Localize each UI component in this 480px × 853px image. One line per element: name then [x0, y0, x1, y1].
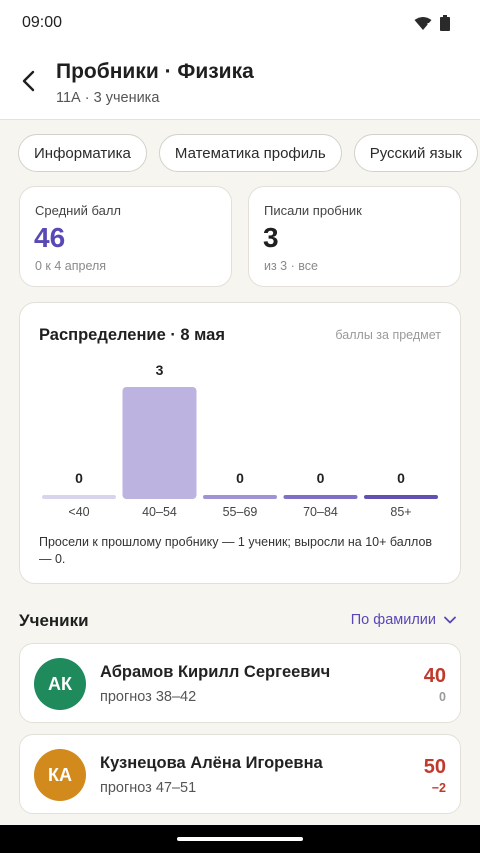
- avatar: АК: [34, 658, 86, 710]
- x-tick-label: 85+: [390, 505, 411, 519]
- sort-label: По фамилии: [350, 612, 436, 628]
- student-name: Кузнецова Алёна Игоревна: [100, 754, 323, 772]
- bar-2: [203, 495, 277, 499]
- bar-value-label: 0: [317, 470, 325, 486]
- bar-0: [42, 495, 116, 499]
- student-name: Абрамов Кирилл Сергеевич: [100, 663, 331, 681]
- student-forecast: прогноз 38–42: [100, 689, 197, 705]
- status-icons: [414, 15, 450, 31]
- bar-value-label: 0: [397, 470, 405, 486]
- system-nav-bar: [0, 825, 480, 853]
- bar-4: [364, 495, 438, 499]
- bar-value-label: 0: [236, 470, 244, 486]
- x-tick-label: <40: [68, 505, 89, 519]
- app-bar: Пробники · Физика 11А · 3 ученика: [0, 46, 480, 120]
- x-tick-label: 40–54: [142, 505, 177, 519]
- home-handle[interactable]: [177, 837, 303, 841]
- avatar: КА: [34, 749, 86, 801]
- chip-informatics[interactable]: Информатика: [18, 134, 147, 172]
- distribution-unit: баллы за предмет: [335, 328, 441, 342]
- bar-3: [283, 495, 358, 499]
- battery-icon: [440, 15, 450, 31]
- average-score-card: Средний балл 46 0 к 4 апреля: [19, 186, 232, 287]
- page-title: Пробники · Физика: [56, 60, 254, 83]
- student-card[interactable]: АК Абрамов Кирилл Сергеевич прогноз 38–4…: [19, 643, 461, 723]
- wrote-test-note: из 3 · все: [264, 259, 318, 273]
- page-subtitle: 11А · 3 ученика: [56, 90, 160, 106]
- bar-value-label: 3: [156, 362, 164, 378]
- chevron-down-icon: [444, 616, 456, 624]
- average-score-value: 46: [34, 222, 66, 253]
- bar-1: [122, 387, 197, 499]
- student-forecast: прогноз 47–51: [100, 780, 197, 796]
- status-time: 09:00: [22, 14, 63, 31]
- students-title: Ученики: [19, 611, 89, 630]
- student-delta: −2: [431, 781, 446, 795]
- subject-chips: Информатика Математика профиль Русский я…: [18, 134, 480, 172]
- average-score-note: 0 к 4 апреля: [35, 259, 107, 273]
- back-button[interactable]: [14, 66, 44, 96]
- chip-russian[interactable]: Русский язык: [353, 134, 478, 172]
- bar-value-label: 0: [75, 470, 83, 486]
- x-tick-label: 55–69: [223, 505, 258, 519]
- student-score: 40: [423, 665, 446, 687]
- student-delta: 0: [439, 690, 446, 704]
- student-card[interactable]: КА Кузнецова Алёна Игоревна прогноз 47–5…: [19, 734, 461, 814]
- wrote-test-label: Писали пробник: [264, 203, 362, 218]
- distribution-card: 0 <40 3 40–54 0 55–69 0 70–84 0 85+ Распределение…: [19, 302, 461, 584]
- distribution-note: Просели к прошлому пробнику — 1 ученик; …: [39, 535, 433, 566]
- status-bar: 09:00: [0, 0, 480, 46]
- arrow-back-icon: [22, 70, 35, 92]
- distribution-title: Распределение · 8 мая: [39, 326, 225, 344]
- chip-math-profile[interactable]: Математика профиль: [158, 134, 342, 172]
- wrote-test-value: 3: [263, 222, 279, 253]
- wrote-test-card: Писали пробник 3 из 3 · все: [248, 186, 461, 287]
- wifi-icon: [414, 16, 432, 30]
- student-score: 50: [423, 756, 446, 778]
- average-score-label: Средний балл: [35, 203, 122, 218]
- x-tick-label: 70–84: [303, 505, 338, 519]
- sort-button[interactable]: По фамилии: [351, 612, 456, 628]
